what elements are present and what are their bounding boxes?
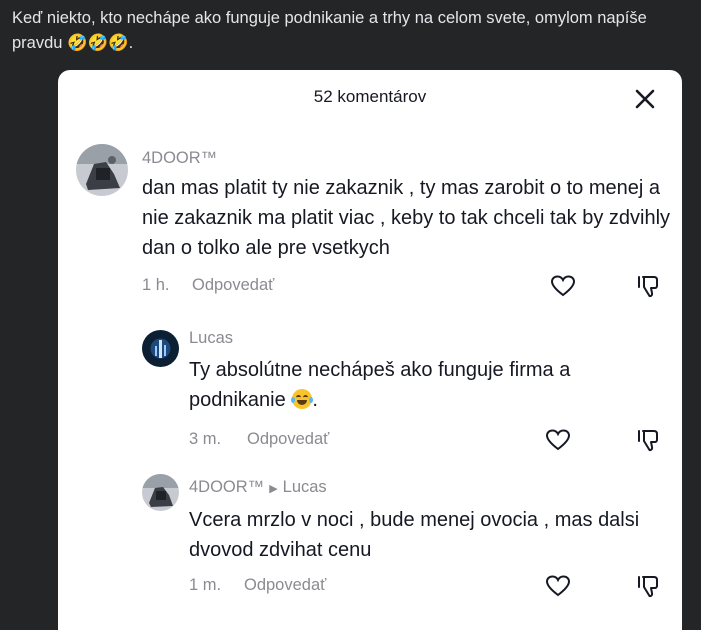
comment-time: 1 m. <box>189 576 222 594</box>
comments-sheet: 52 komentárov 4DOOR™ dan mas platit ty n… <box>58 70 682 630</box>
heart-icon <box>550 275 576 297</box>
reply-button[interactable]: Odpovedať <box>192 276 274 295</box>
avatar-image <box>142 474 179 511</box>
sheet-header: 52 komentárov <box>58 70 682 126</box>
heart-icon <box>545 575 571 597</box>
close-icon <box>635 89 655 109</box>
close-button[interactable] <box>630 84 660 114</box>
comment-text: dan mas platit ty nie zakaznik , ty mas … <box>142 177 671 259</box>
reply-button[interactable]: Odpovedať <box>244 576 326 595</box>
thumbs-down-icon <box>638 276 658 298</box>
avatar[interactable] <box>142 474 179 511</box>
thumbs-down-icon <box>638 430 658 452</box>
comment-username[interactable]: 4DOOR™ ▶ Lucas <box>189 478 327 497</box>
comment-author[interactable]: 4DOOR™ <box>189 478 264 496</box>
avatar[interactable] <box>142 330 179 367</box>
comment-text: Vcera mrzlo v noci , bude menej ovocia ,… <box>189 509 640 561</box>
thumbs-down-icon <box>638 576 658 598</box>
comments-count-title: 52 komentárov <box>313 87 427 106</box>
like-button[interactable] <box>544 426 572 454</box>
reply-arrow-icon: ▶ <box>269 483 278 495</box>
post-emoji-suffix: 🤣🤣🤣. <box>67 34 134 52</box>
like-button[interactable] <box>544 572 572 600</box>
comment-username[interactable]: Lucas <box>189 329 233 348</box>
comment-text: Ty absolútne nechápeš ako funguje firma … <box>189 355 659 415</box>
dislike-button[interactable] <box>634 572 662 600</box>
avatar-image <box>142 330 179 367</box>
dislike-button[interactable] <box>634 426 662 454</box>
comment-text-suffix: . <box>312 389 318 411</box>
avatar-image <box>76 144 128 196</box>
post-text: Keď niekto, kto nechápe ako funguje podn… <box>12 6 692 56</box>
laughing-emoji-icon <box>291 389 314 409</box>
avatar[interactable] <box>76 144 128 196</box>
like-button[interactable] <box>549 272 577 300</box>
comment-text-body: Ty absolútne nechápeš ako funguje firma … <box>189 359 571 411</box>
comment-username[interactable]: 4DOOR™ <box>142 149 217 168</box>
reply-button[interactable]: Odpovedať <box>247 430 329 449</box>
comment-time: 1 h. <box>142 276 170 294</box>
heart-icon <box>545 429 571 451</box>
reply-to-username[interactable]: Lucas <box>283 478 327 496</box>
dislike-button[interactable] <box>634 272 662 300</box>
comment-time: 3 m. <box>189 430 222 448</box>
